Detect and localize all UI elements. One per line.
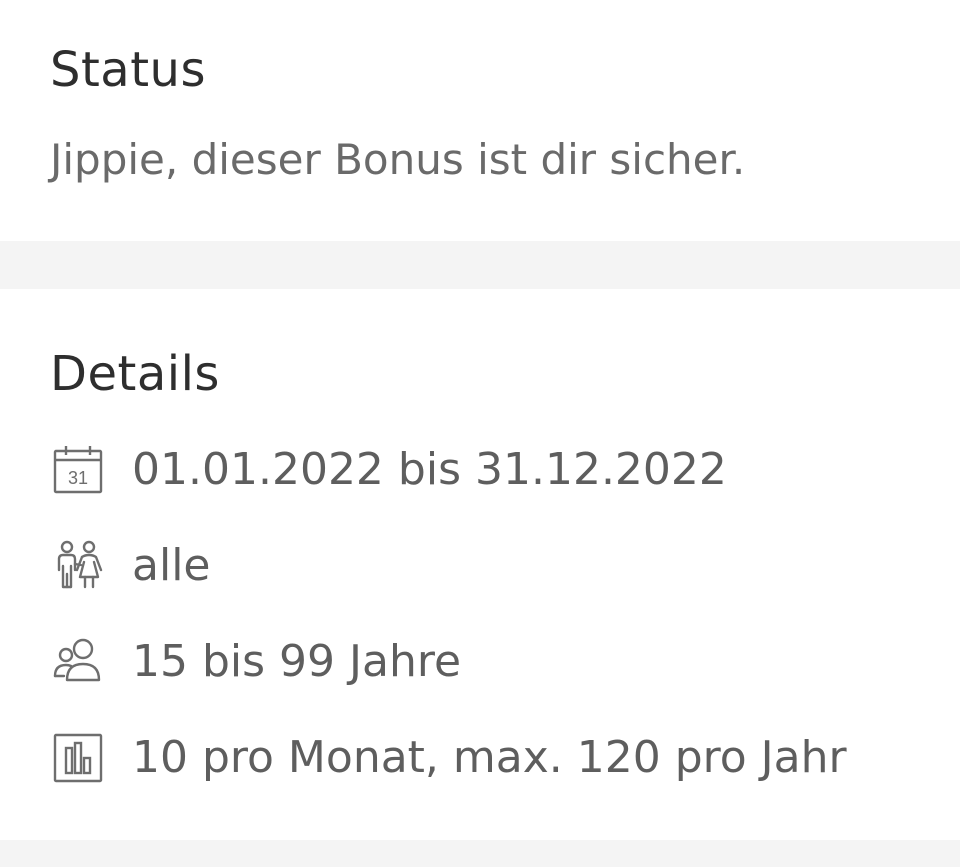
details-card: Details 31 01.01.2022 bis 31.12.2022 all…: [0, 289, 960, 840]
family-icon: [50, 538, 106, 594]
detail-limit-label: 10 pro Monat, max. 120 pro Jahr: [132, 732, 847, 783]
status-text: Jippie, dieser Bonus ist dir sicher.: [50, 135, 746, 184]
detail-row-limit: 10 pro Monat, max. 120 pro Jahr: [50, 730, 847, 786]
detail-row-audience: alle: [50, 538, 210, 594]
detail-row-period: 31 01.01.2022 bis 31.12.2022: [50, 442, 727, 498]
detail-age-label: 15 bis 99 Jahre: [132, 636, 462, 687]
bar-chart-icon: [50, 730, 106, 786]
status-title: Status: [50, 42, 206, 98]
detail-period-label: 01.01.2022 bis 31.12.2022: [132, 444, 727, 495]
detail-row-age: 15 bis 99 Jahre: [50, 634, 461, 690]
detail-audience-label: alle: [132, 540, 211, 591]
users-icon: [50, 634, 106, 690]
calendar-icon: 31: [50, 442, 106, 498]
svg-text:31: 31: [68, 468, 88, 488]
status-card: Status Jippie, dieser Bonus ist dir sich…: [0, 0, 960, 241]
details-title: Details: [50, 346, 220, 402]
